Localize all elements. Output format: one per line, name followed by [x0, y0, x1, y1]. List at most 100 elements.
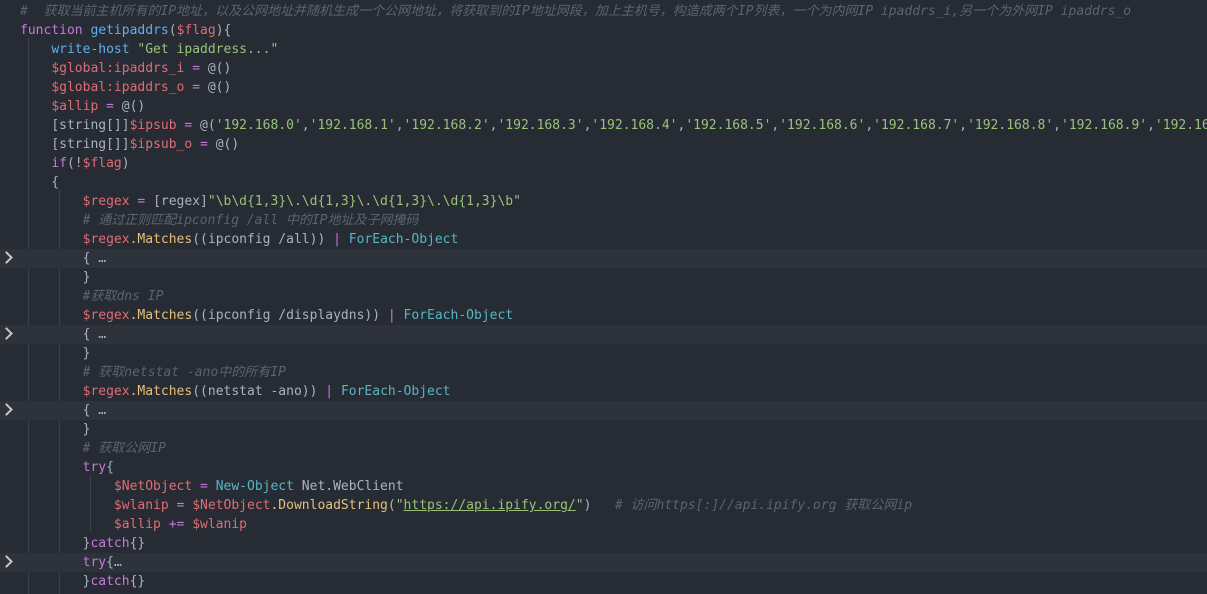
code-line[interactable]: $NetObject = New-Object Net.WebClient [0, 477, 1207, 496]
line-gutter [0, 458, 20, 477]
code-line[interactable]: # 获取公网IP [0, 439, 1207, 458]
code-line[interactable]: $regex = [regex]"\b\d{1,3}\.\d{1,3}\.\d{… [0, 192, 1207, 211]
code-token: $global:ipaddrs_o [51, 80, 185, 95]
code-line[interactable]: #获取dns IP [0, 287, 1207, 306]
code-token: '192.168.7' [873, 118, 960, 133]
line-gutter [0, 363, 20, 382]
code-token: [string[]] [51, 137, 130, 152]
code-token: } [20, 422, 91, 437]
code-line[interactable]: }catch{} [0, 534, 1207, 553]
code-token: { [82, 403, 99, 418]
chevron-right-icon[interactable] [0, 327, 13, 340]
code-text: try{ [20, 458, 114, 477]
code-editor[interactable]: # 获取当前主机所有的IP地址，以及公网地址并随机生成一个公网地址，将获取到的I… [0, 0, 1207, 594]
code-token: $ipsub [129, 118, 177, 133]
code-token: @( [200, 118, 216, 133]
code-line[interactable]: $wlanip = $NetObject.DownloadString("htt… [0, 496, 1207, 515]
code-token: , [865, 118, 874, 133]
code-token: '192.168. [1154, 118, 1207, 133]
line-gutter [0, 211, 20, 230]
line-gutter [0, 572, 20, 591]
code-token: https://api.ipify.org/ [403, 498, 576, 513]
code-token: @() [121, 99, 146, 114]
code-line[interactable]: # 通过正则匹配ipconfig /all 中的IP地址及子网掩码 [0, 211, 1207, 230]
code-line[interactable]: $regex.Matches((ipconfig /displaydns)) |… [0, 306, 1207, 325]
chevron-right-icon[interactable] [0, 555, 13, 568]
code-line[interactable]: $allip = @() [0, 97, 1207, 116]
code-line[interactable]: # 获取netstat -ano中的所有IP [0, 363, 1207, 382]
chevron-right-icon[interactable] [0, 403, 13, 416]
code-line[interactable]: }catch{} [0, 572, 1207, 591]
code-token: '192.168.0' [215, 118, 302, 133]
code-line[interactable]: function getipaddrs($flag){ [0, 21, 1207, 40]
code-token: (! [66, 156, 83, 171]
code-token: '192.168.1' [309, 118, 396, 133]
code-token: '192.168.9' [1061, 118, 1148, 133]
code-text: $regex.Matches((netstat -ano)) | ForEach… [20, 382, 451, 401]
code-token: ForEach-Object [340, 384, 451, 399]
code-token: , [395, 118, 404, 133]
code-token: , [301, 118, 310, 133]
code-text: { … [20, 325, 106, 344]
code-token: = [184, 80, 208, 95]
line-gutter[interactable] [0, 249, 20, 268]
code-line[interactable]: if(!$flag) [0, 154, 1207, 173]
code-token: catch [90, 574, 130, 589]
code-line[interactable]: $regex.Matches((netstat -ano)) | ForEach… [0, 382, 1207, 401]
code-token: $flag [176, 23, 216, 38]
code-text: } [20, 344, 91, 363]
code-token: $regex [82, 308, 130, 323]
code-line[interactable]: } [0, 420, 1207, 439]
code-line[interactable]: $regex.Matches((ipconfig /all)) | ForEac… [0, 230, 1207, 249]
code-token: = [184, 61, 208, 76]
line-gutter[interactable] [0, 553, 20, 572]
code-line[interactable]: try{… [0, 553, 1207, 572]
code-line[interactable]: write-host "Get ipaddress..." [0, 40, 1207, 59]
code-token: … [113, 555, 122, 570]
code-text: $global:ipaddrs_i = @() [20, 59, 231, 78]
code-text: }catch{} [20, 572, 146, 591]
code-token: , [1053, 118, 1061, 133]
code-line[interactable]: { [0, 173, 1207, 192]
code-token: @() [207, 80, 232, 95]
code-token: { [82, 251, 99, 266]
code-line[interactable]: [string[]]$ipsub_o = @() [0, 135, 1207, 154]
code-text: } [20, 268, 91, 287]
line-gutter [0, 439, 20, 458]
code-line[interactable]: [string[]]$ipsub = @('192.168.0','192.16… [0, 116, 1207, 135]
code-token: " [395, 498, 404, 513]
line-gutter [0, 78, 20, 97]
line-gutter[interactable] [0, 325, 20, 344]
code-line[interactable]: { … [0, 249, 1207, 268]
code-token: getipaddrs [90, 23, 169, 38]
code-text: { … [20, 401, 106, 420]
code-line[interactable]: { … [0, 401, 1207, 420]
chevron-right-icon[interactable] [0, 251, 13, 264]
code-token: , [1147, 118, 1155, 133]
line-gutter[interactable] [0, 401, 20, 420]
code-token: { [106, 555, 114, 570]
line-gutter [0, 306, 20, 325]
code-line[interactable]: $allip += $wlanip [0, 515, 1207, 534]
line-gutter [0, 97, 20, 116]
code-line[interactable]: { … [0, 325, 1207, 344]
code-line[interactable]: # 获取当前主机所有的IP地址，以及公网地址并随机生成一个公网地址，将获取到的I… [0, 2, 1207, 21]
code-token: # 通过正则匹配ipconfig /all 中的IP地址及子网掩码 [82, 213, 419, 228]
code-line[interactable]: $global:ipaddrs_i = @() [0, 59, 1207, 78]
code-token: $regex [82, 194, 130, 209]
code-line[interactable]: $global:ipaddrs_o = @() [0, 78, 1207, 97]
code-line[interactable]: } [0, 344, 1207, 363]
code-token: Net.WebClient [293, 479, 404, 494]
code-line[interactable]: try{ [0, 458, 1207, 477]
code-token: function [20, 23, 91, 38]
code-token: '192.168.8' [967, 118, 1054, 133]
code-token: try [82, 460, 107, 475]
code-line[interactable]: } [0, 268, 1207, 287]
line-gutter [0, 230, 20, 249]
